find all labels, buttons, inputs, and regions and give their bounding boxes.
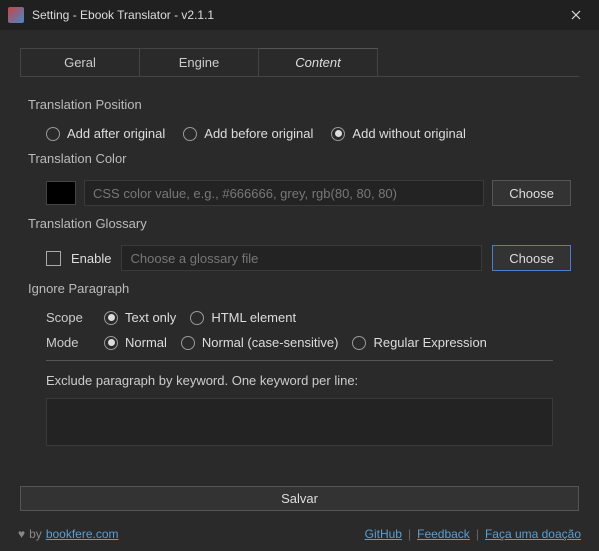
color-input[interactable] bbox=[84, 180, 484, 206]
radio-mode-normal[interactable]: Normal bbox=[104, 335, 167, 350]
radio-mode-case[interactable]: Normal (case-sensitive) bbox=[181, 335, 339, 350]
tab-content[interactable]: Content bbox=[258, 48, 378, 76]
radio-icon bbox=[183, 127, 197, 141]
radio-add-before[interactable]: Add before original bbox=[183, 126, 313, 141]
ignore-title: Ignore Paragraph bbox=[28, 281, 571, 296]
save-button[interactable]: Salvar bbox=[20, 486, 579, 511]
glossary-title: Translation Glossary bbox=[28, 216, 571, 231]
footer-left: ♥ by bookfere.com bbox=[18, 527, 119, 541]
footer-by: by bbox=[29, 527, 42, 541]
mode-row: Mode Normal Normal (case-sensitive) Regu… bbox=[46, 335, 571, 350]
scope-label: Scope bbox=[46, 310, 90, 325]
radio-label: Regular Expression bbox=[373, 335, 486, 350]
window-body: Geral Engine Content Translation Positio… bbox=[0, 30, 599, 551]
close-button[interactable] bbox=[553, 0, 599, 30]
close-icon bbox=[571, 10, 581, 20]
color-title: Translation Color bbox=[28, 151, 571, 166]
radio-add-after[interactable]: Add after original bbox=[46, 126, 165, 141]
radio-icon bbox=[104, 311, 118, 325]
scope-row: Scope Text only HTML element bbox=[46, 310, 571, 325]
separator: | bbox=[408, 527, 411, 541]
glossary-row: Enable Choose bbox=[46, 245, 571, 271]
enable-label: Enable bbox=[71, 251, 111, 266]
glossary-choose-button[interactable]: Choose bbox=[492, 245, 571, 271]
footer-site-link[interactable]: bookfere.com bbox=[46, 527, 119, 541]
tab-engine[interactable]: Engine bbox=[139, 48, 259, 76]
radio-icon bbox=[352, 336, 366, 350]
content-panel: Translation Position Add after original … bbox=[0, 77, 599, 478]
save-row: Salvar bbox=[0, 478, 599, 519]
donate-link[interactable]: Faça uma doação bbox=[485, 527, 581, 541]
radio-icon bbox=[331, 127, 345, 141]
position-options: Add after original Add before original A… bbox=[46, 126, 571, 141]
radio-add-without[interactable]: Add without original bbox=[331, 126, 465, 141]
tabs: Geral Engine Content bbox=[0, 30, 599, 76]
github-link[interactable]: GitHub bbox=[365, 527, 402, 541]
radio-scope-text[interactable]: Text only bbox=[104, 310, 176, 325]
radio-label: Add without original bbox=[352, 126, 465, 141]
radio-label: Text only bbox=[125, 310, 176, 325]
app-icon bbox=[8, 7, 24, 23]
radio-scope-html[interactable]: HTML element bbox=[190, 310, 296, 325]
radio-icon bbox=[46, 127, 60, 141]
tab-geral[interactable]: Geral bbox=[20, 48, 140, 76]
radio-mode-regex[interactable]: Regular Expression bbox=[352, 335, 486, 350]
separator: | bbox=[476, 527, 479, 541]
exclude-label: Exclude paragraph by keyword. One keywor… bbox=[46, 373, 571, 388]
mode-label: Mode bbox=[46, 335, 90, 350]
radio-label: Add before original bbox=[204, 126, 313, 141]
ignore-section: Ignore Paragraph Scope Text only HTML el… bbox=[28, 281, 571, 446]
titlebar: Setting - Ebook Translator - v2.1.1 bbox=[0, 0, 599, 30]
radio-label: Normal bbox=[125, 335, 167, 350]
radio-icon bbox=[190, 311, 204, 325]
color-swatch[interactable] bbox=[46, 181, 76, 205]
glossary-input[interactable] bbox=[121, 245, 482, 271]
heart-icon: ♥ bbox=[18, 527, 25, 541]
exclude-textarea[interactable] bbox=[46, 398, 553, 446]
radio-label: HTML element bbox=[211, 310, 296, 325]
position-title: Translation Position bbox=[28, 97, 571, 112]
footer-right: GitHub | Feedback | Faça uma doação bbox=[365, 527, 581, 541]
divider bbox=[46, 360, 553, 361]
radio-icon bbox=[181, 336, 195, 350]
titlebar-left: Setting - Ebook Translator - v2.1.1 bbox=[8, 7, 214, 23]
enable-checkbox[interactable] bbox=[46, 251, 61, 266]
radio-icon bbox=[104, 336, 118, 350]
radio-label: Normal (case-sensitive) bbox=[202, 335, 339, 350]
color-choose-button[interactable]: Choose bbox=[492, 180, 571, 206]
radio-label: Add after original bbox=[67, 126, 165, 141]
window-title: Setting - Ebook Translator - v2.1.1 bbox=[32, 8, 214, 22]
footer: ♥ by bookfere.com GitHub | Feedback | Fa… bbox=[0, 519, 599, 551]
color-row: Choose bbox=[46, 180, 571, 206]
feedback-link[interactable]: Feedback bbox=[417, 527, 470, 541]
